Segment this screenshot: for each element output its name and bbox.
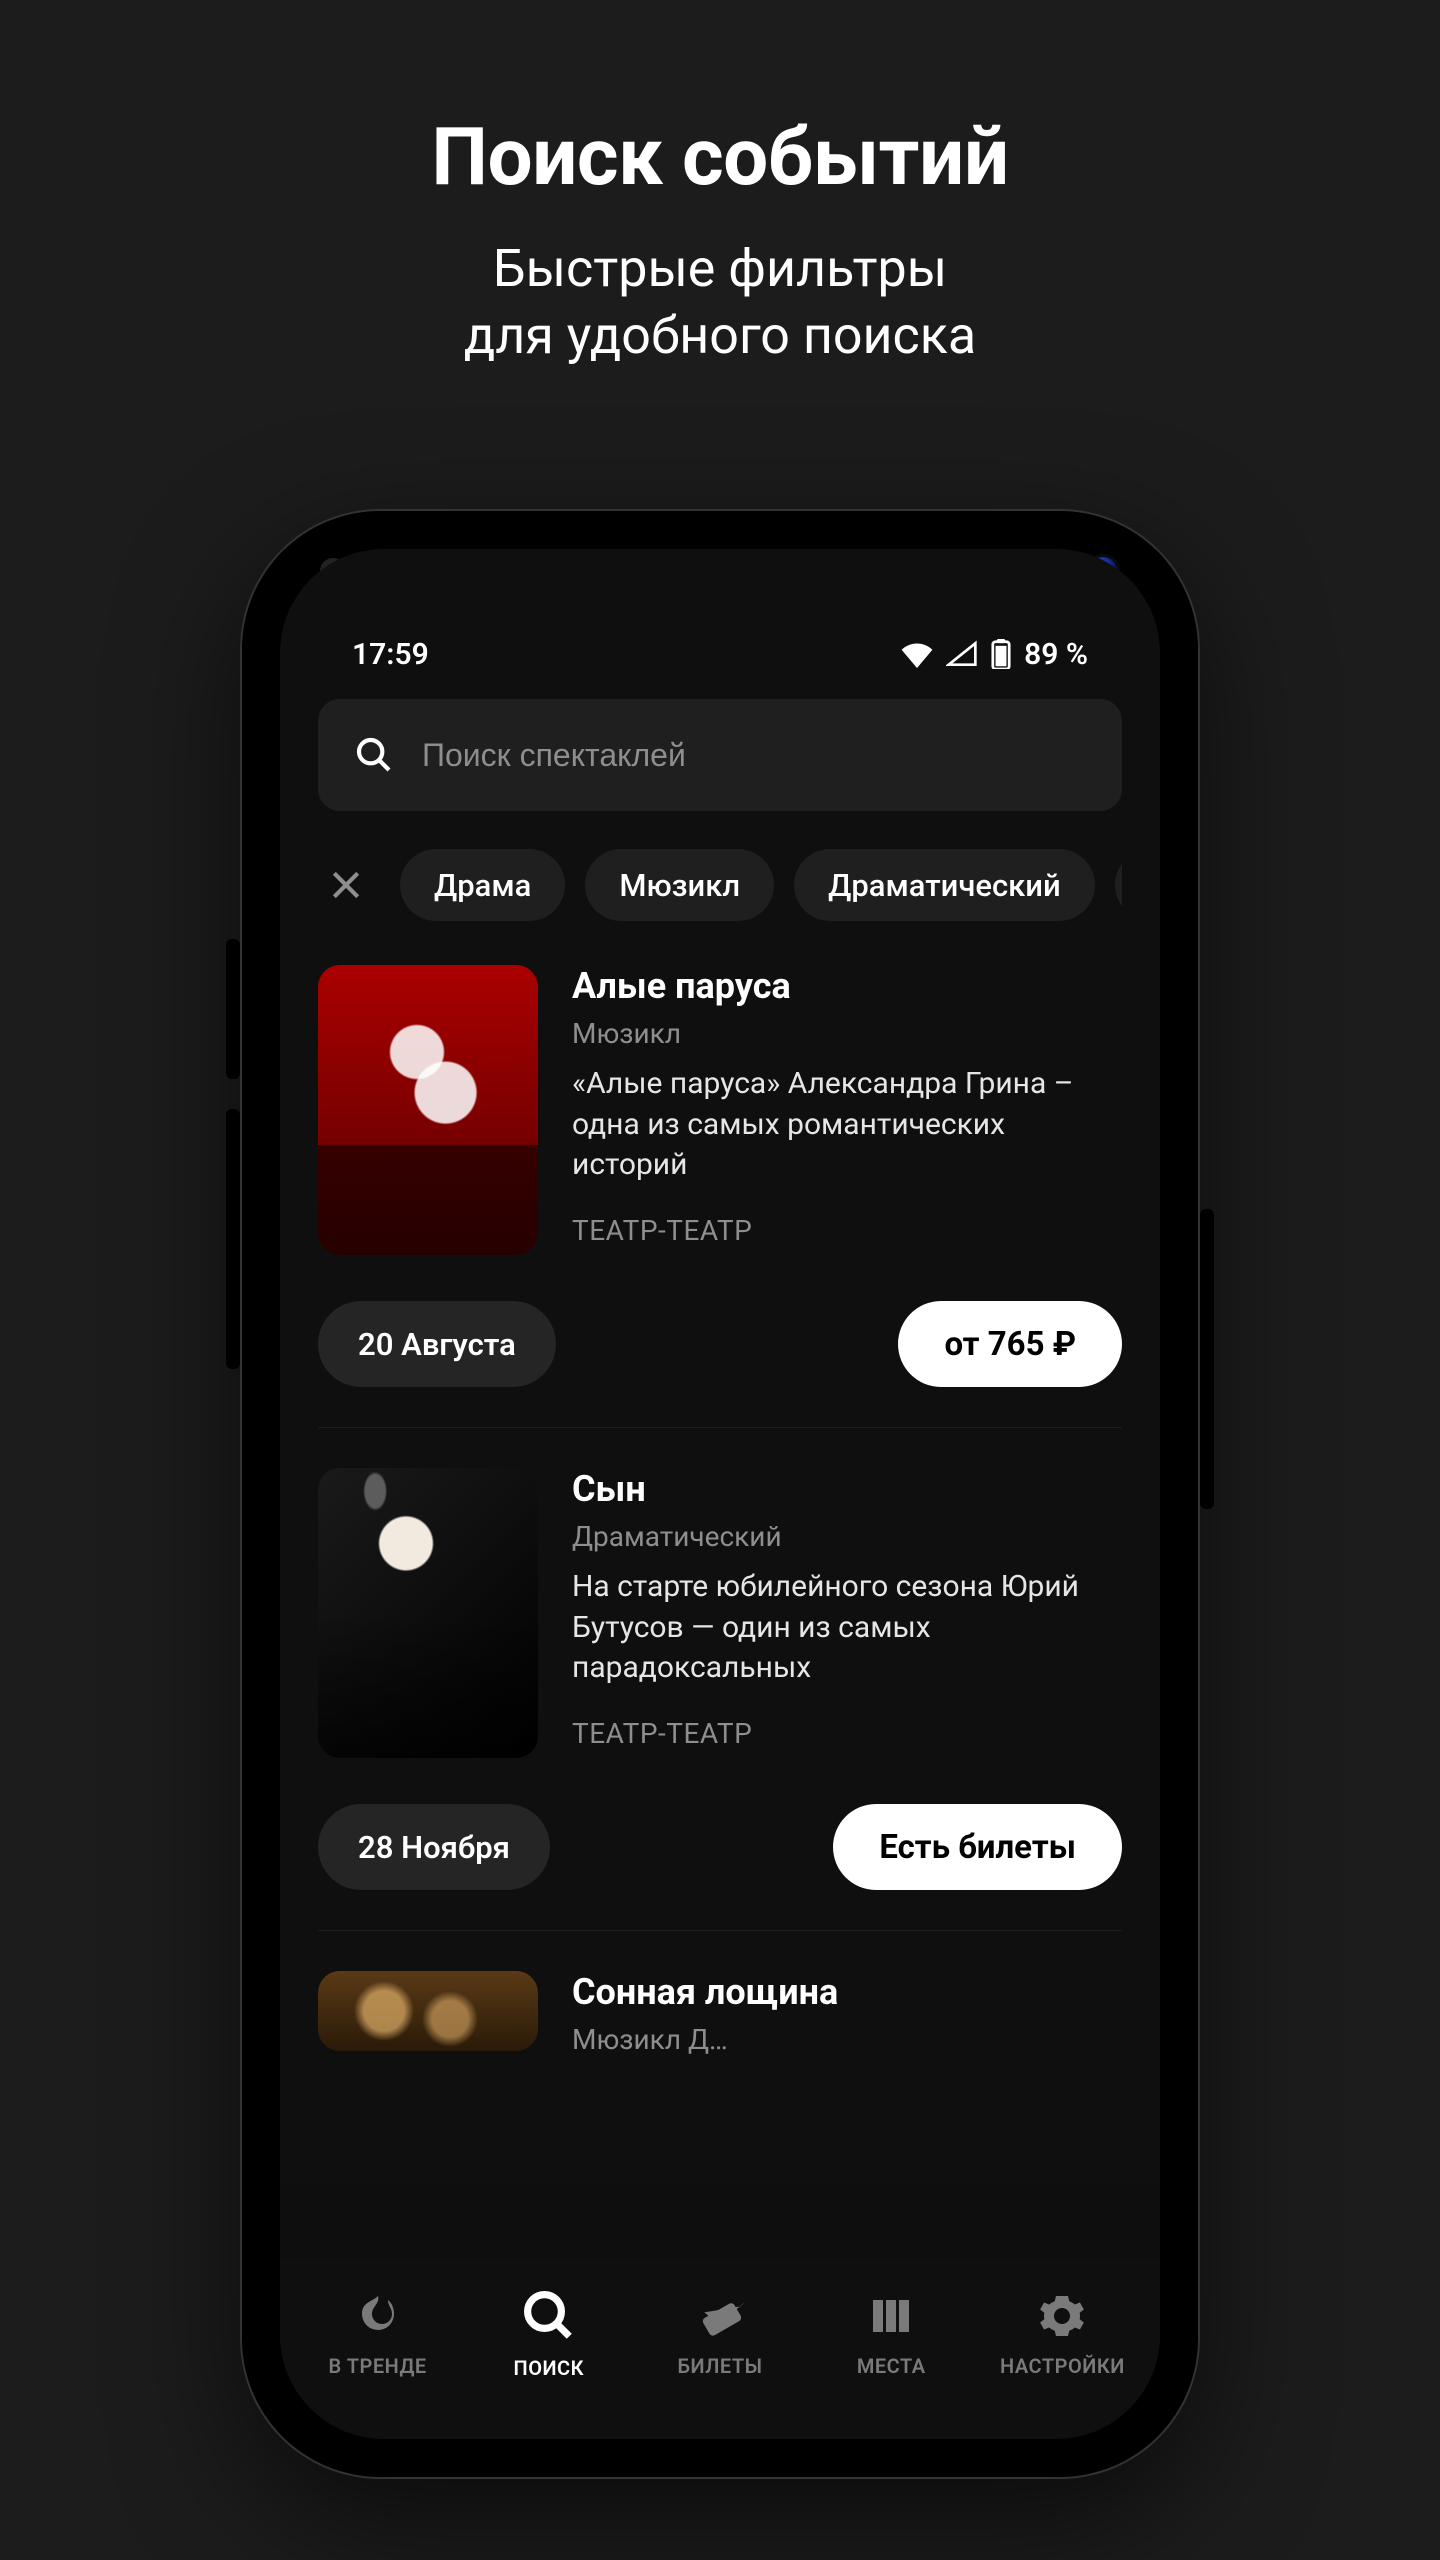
event-poster bbox=[318, 1468, 538, 1758]
event-price-chip[interactable]: Есть билеты bbox=[833, 1804, 1122, 1890]
content-area: Драма Мюзикл Драматический Пр Алые парус… bbox=[280, 699, 1160, 2070]
event-venue: ТЕАТР-ТЕАТР bbox=[572, 1717, 1122, 1750]
nav-label: НАСТРОЙКИ bbox=[1000, 2354, 1125, 2378]
event-card[interactable]: Сонная лощина Мюзикл Д… bbox=[318, 1931, 1122, 2070]
hero-subtitle: Быстрые фильтры для удобного поиска bbox=[464, 236, 976, 369]
event-genre: Мюзикл bbox=[572, 1017, 1122, 1050]
event-description: «Алые паруса» Александра Грина – одна из… bbox=[572, 1064, 1122, 1186]
gear-icon bbox=[1036, 2290, 1088, 2342]
phone-side-button bbox=[226, 1109, 240, 1369]
search-icon bbox=[354, 735, 394, 775]
phone-frame: 17:59 89 % bbox=[240, 509, 1200, 2479]
battery-percent: 89 % bbox=[1024, 637, 1088, 672]
phone-side-button bbox=[1200, 1209, 1214, 1509]
phone-side-button bbox=[226, 939, 240, 1079]
event-genre: Мюзикл Д… bbox=[572, 2023, 1122, 2056]
nav-search[interactable]: ПОИСК bbox=[463, 2288, 634, 2380]
nav-label: В ТРЕНДЕ bbox=[329, 2354, 427, 2378]
event-date-chip[interactable]: 28 Ноября bbox=[318, 1804, 550, 1890]
event-price-chip[interactable]: от 765 ₽ bbox=[898, 1301, 1122, 1387]
search-icon bbox=[521, 2288, 577, 2344]
signal-icon bbox=[946, 640, 978, 668]
search-bar[interactable] bbox=[318, 699, 1122, 811]
map-icon bbox=[865, 2290, 917, 2342]
event-card[interactable]: Алые паруса Мюзикл «Алые паруса» Алексан… bbox=[318, 925, 1122, 1428]
event-description: На старте юбилейного сезона Юрий Бутусов… bbox=[572, 1567, 1122, 1689]
nav-settings[interactable]: НАСТРОЙКИ bbox=[977, 2290, 1148, 2378]
hero-title: Поиск событий bbox=[431, 110, 1008, 204]
bottom-nav: В ТРЕНДЕ ПОИСК БИЛЕТЫ bbox=[280, 2259, 1160, 2439]
event-title: Сонная лощина bbox=[572, 1971, 1122, 2013]
event-venue: ТЕАТР-ТЕАТР bbox=[572, 1214, 1122, 1247]
clear-filters-button[interactable] bbox=[318, 857, 374, 913]
hero-subtitle-line1: Быстрые фильтры bbox=[464, 236, 976, 303]
event-poster bbox=[318, 965, 538, 1255]
nav-places[interactable]: МЕСТА bbox=[806, 2290, 977, 2378]
nav-tickets[interactable]: БИЛЕТЫ bbox=[634, 2290, 805, 2378]
filter-chip[interactable]: Драма bbox=[400, 849, 565, 921]
wifi-icon bbox=[900, 640, 934, 668]
nav-trend[interactable]: В ТРЕНДЕ bbox=[292, 2290, 463, 2378]
hero-subtitle-line2: для удобного поиска bbox=[464, 303, 976, 370]
status-time: 17:59 bbox=[352, 637, 429, 672]
event-poster bbox=[318, 1971, 538, 2051]
battery-icon bbox=[990, 639, 1012, 669]
filter-chip[interactable]: Мюзикл bbox=[585, 849, 774, 921]
nav-label: ПОИСК bbox=[514, 2356, 585, 2380]
status-right: 89 % bbox=[900, 637, 1088, 672]
search-input[interactable] bbox=[422, 737, 1086, 774]
filters-row[interactable]: Драма Мюзикл Драматический Пр bbox=[318, 845, 1122, 925]
event-genre: Драматический bbox=[572, 1520, 1122, 1553]
nav-label: БИЛЕТЫ bbox=[677, 2354, 762, 2378]
event-title: Сын bbox=[572, 1468, 1122, 1510]
event-card[interactable]: Сын Драматический На старте юбилейного с… bbox=[318, 1428, 1122, 1931]
nav-label: МЕСТА bbox=[857, 2354, 926, 2378]
fire-icon bbox=[352, 2290, 404, 2342]
phone-bezel: 17:59 89 % bbox=[264, 533, 1176, 2455]
phone-screen: 17:59 89 % bbox=[280, 549, 1160, 2439]
status-bar: 17:59 89 % bbox=[280, 549, 1160, 699]
event-date-chip[interactable]: 20 Августа bbox=[318, 1301, 556, 1387]
filter-chip[interactable]: Драматический bbox=[794, 849, 1095, 921]
event-title: Алые паруса bbox=[572, 965, 1122, 1007]
ticket-icon bbox=[694, 2290, 746, 2342]
filter-chip[interactable]: Пр bbox=[1115, 849, 1122, 921]
